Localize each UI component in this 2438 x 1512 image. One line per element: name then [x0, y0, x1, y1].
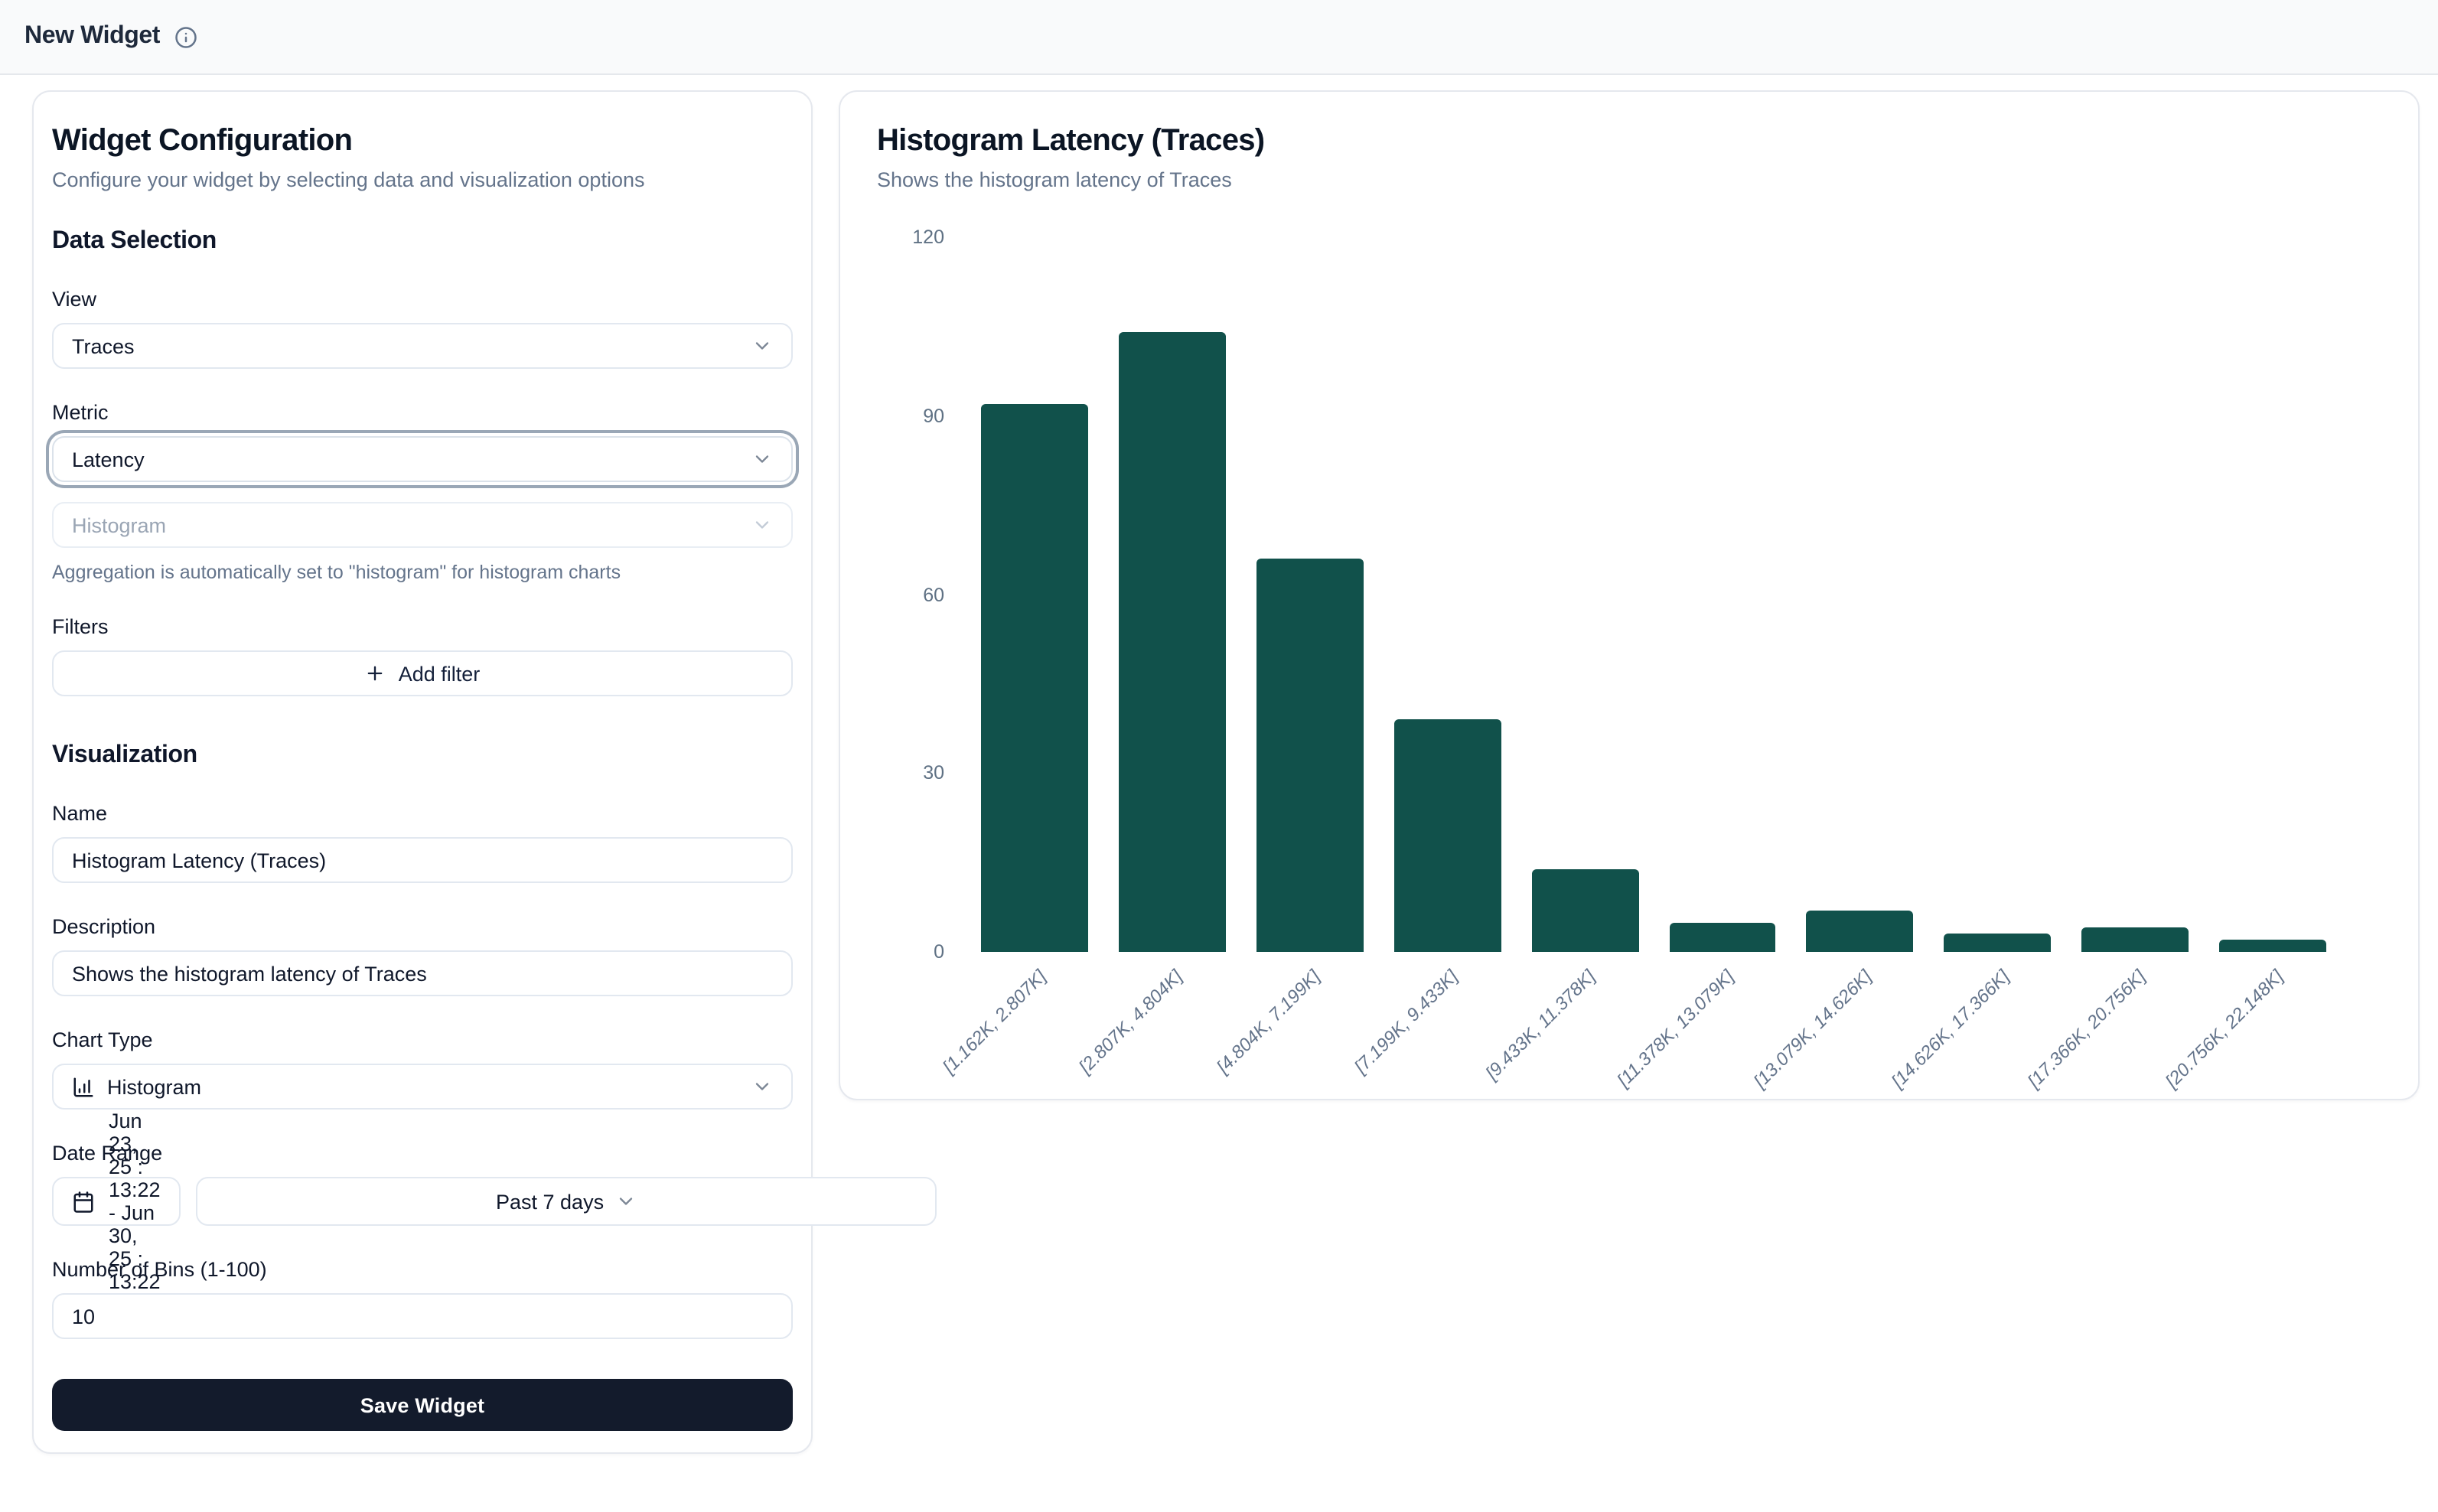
- chevron-down-icon: [751, 448, 773, 470]
- page-header: New Widget: [0, 0, 2438, 75]
- histogram-bar[interactable]: [1669, 922, 1776, 952]
- chart-type-value: Histogram: [107, 1075, 201, 1098]
- chart-y-axis: 0306090120: [877, 237, 944, 952]
- x-axis-tick: [7.199K, 9.433K]: [1351, 966, 1462, 1077]
- metric-select[interactable]: Latency: [52, 436, 793, 482]
- y-axis-tick: 120: [912, 226, 944, 248]
- new-widget-page: New Widget Widget Configuration Configur…: [0, 0, 2438, 1512]
- date-range-label: Date Range: [52, 1142, 793, 1165]
- bar-slot: [20.756K, 22.148K]: [2219, 237, 2326, 952]
- name-input[interactable]: [52, 837, 793, 883]
- section-visualization: Visualization: [52, 742, 793, 770]
- x-axis-tick: [14.626K, 17.366K]: [1886, 966, 2013, 1092]
- histogram-bar[interactable]: [2219, 940, 2326, 952]
- date-preset-value: Past 7 days: [496, 1190, 604, 1213]
- bar-slot: [11.378K, 13.079K]: [1669, 237, 1776, 952]
- description-field: Description: [52, 915, 793, 996]
- x-axis-tick: [13.079K, 14.626K]: [1749, 966, 1875, 1092]
- y-axis-tick: 30: [923, 763, 944, 784]
- y-axis-tick: 60: [923, 584, 944, 605]
- date-range-field: Date Range Jun 23, 25 : 13:22 - Jun 30, …: [52, 1142, 793, 1226]
- add-filter-label: Add filter: [399, 662, 481, 685]
- description-input[interactable]: [52, 950, 793, 996]
- calendar-icon: [72, 1190, 95, 1213]
- x-axis-tick: [2.807K, 4.804K]: [1075, 966, 1187, 1077]
- bar-slot: [1.162K, 2.807K]: [981, 237, 1088, 952]
- filters-field: Filters Add filter: [52, 615, 793, 696]
- plus-icon: [365, 663, 386, 684]
- x-axis-tick: [9.433K, 11.378K]: [1482, 966, 1600, 1083]
- bins-input[interactable]: [52, 1293, 793, 1339]
- date-preset-select[interactable]: Past 7 days: [196, 1177, 937, 1226]
- histogram-bar[interactable]: [1393, 719, 1501, 952]
- view-field: View Traces: [52, 288, 793, 369]
- chart-type-select[interactable]: Histogram: [52, 1064, 793, 1110]
- page-title: New Widget: [24, 23, 160, 51]
- histogram-chart: 0306090120 [1.162K, 2.807K][2.807K, 4.80…: [877, 237, 2381, 1094]
- x-axis-tick: [4.804K, 7.199K]: [1213, 966, 1325, 1077]
- date-range-picker[interactable]: Jun 23, 25 : 13:22 - Jun 30, 25 : 13:22: [52, 1177, 181, 1226]
- bar-slot: [9.433K, 11.378K]: [1531, 237, 1638, 952]
- x-axis-tick: [1.162K, 2.807K]: [937, 966, 1049, 1077]
- y-axis-tick: 90: [923, 406, 944, 427]
- bar-slot: [13.079K, 14.626K]: [1807, 237, 1914, 952]
- widget-preview-card: Histogram Latency (Traces) Shows the his…: [839, 90, 2420, 1100]
- view-select-value: Traces: [72, 334, 135, 357]
- name-label: Name: [52, 802, 793, 825]
- metric-select-value: Latency: [72, 448, 145, 471]
- bar-slot: [17.366K, 20.756K]: [2082, 237, 2189, 952]
- preview-subtitle: Shows the histogram latency of Traces: [877, 168, 2381, 191]
- x-axis-tick: [17.366K, 20.756K]: [2024, 966, 2150, 1092]
- chevron-down-icon: [614, 1191, 636, 1212]
- chart-bars: [1.162K, 2.807K] [2.807K, 4.804K] [4.804K,…: [966, 237, 2326, 952]
- chart-type-field: Chart Type Histogram: [52, 1028, 793, 1110]
- aggregation-select-value: Histogram: [72, 513, 166, 536]
- metric-field: Metric Latency Histogram Aggregation is …: [52, 401, 793, 583]
- bar-slot: [4.804K, 7.199K]: [1256, 237, 1364, 952]
- chart-type-label: Chart Type: [52, 1028, 793, 1051]
- chevron-down-icon: [751, 335, 773, 357]
- histogram-bar[interactable]: [981, 404, 1088, 952]
- filters-label: Filters: [52, 615, 793, 638]
- metric-label: Metric: [52, 401, 793, 424]
- histogram-bar[interactable]: [2082, 928, 2189, 952]
- histogram-bar[interactable]: [1256, 559, 1364, 952]
- preview-title: Histogram Latency (Traces): [877, 124, 2381, 159]
- y-axis-tick: 0: [934, 941, 944, 963]
- config-card-subtitle: Configure your widget by selecting data …: [52, 168, 793, 191]
- add-filter-button[interactable]: Add filter: [52, 650, 793, 696]
- info-icon[interactable]: [174, 26, 197, 49]
- histogram-bar[interactable]: [1807, 911, 1914, 952]
- histogram-bar[interactable]: [1944, 934, 2052, 952]
- save-widget-button[interactable]: Save Widget: [52, 1379, 793, 1431]
- histogram-bar[interactable]: [1531, 868, 1638, 952]
- description-label: Description: [52, 915, 793, 938]
- bar-slot: [7.199K, 9.433K]: [1393, 237, 1501, 952]
- chevron-down-icon: [751, 514, 773, 536]
- bar-slot: [14.626K, 17.366K]: [1944, 237, 2052, 952]
- section-data-selection: Data Selection: [52, 228, 793, 256]
- view-select[interactable]: Traces: [52, 323, 793, 369]
- x-axis-tick: [11.378K, 13.079K]: [1612, 966, 1738, 1091]
- histogram-bar[interactable]: [1119, 333, 1226, 952]
- bins-field: Number of Bins (1-100): [52, 1258, 793, 1339]
- config-card-title: Widget Configuration: [52, 124, 793, 159]
- content-area: Widget Configuration Configure your widg…: [0, 75, 2438, 1469]
- name-field: Name: [52, 802, 793, 883]
- aggregation-select: Histogram: [52, 502, 793, 548]
- aggregation-helper-text: Aggregation is automatically set to "his…: [52, 562, 793, 583]
- widget-configuration-card: Widget Configuration Configure your widg…: [32, 90, 813, 1454]
- view-label: View: [52, 288, 793, 311]
- chevron-down-icon: [751, 1076, 773, 1097]
- bins-label: Number of Bins (1-100): [52, 1258, 793, 1281]
- bar-chart-icon: [72, 1075, 95, 1098]
- bar-slot: [2.807K, 4.804K]: [1119, 237, 1226, 952]
- x-axis-tick: [20.756K, 22.148K]: [2162, 966, 2288, 1092]
